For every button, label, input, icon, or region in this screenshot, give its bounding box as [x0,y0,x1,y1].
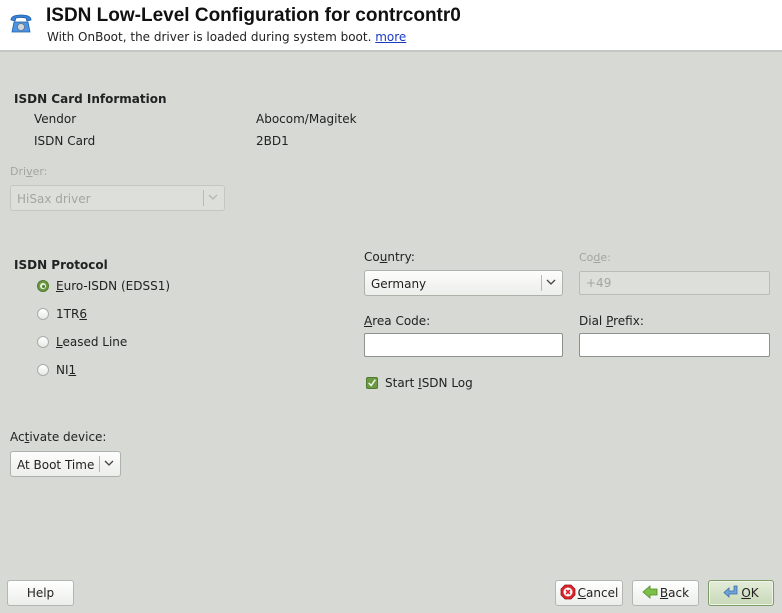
radio-label-1tr6[interactable]: 1TR6 [56,307,87,321]
label-part: Dri [10,165,27,178]
label-mnemonic: 6 [79,307,87,321]
code-value: +49 [586,276,612,290]
label-part: refix: [613,314,644,328]
label-part: Co [579,251,594,264]
driver-select-value: HiSax driver [17,192,91,206]
check-icon [368,379,376,387]
combo-separator [203,190,204,206]
activate-device-select[interactable]: At Boot Time [10,451,121,477]
subtitle-text: With OnBoot, the driver is loaded during… [47,30,372,44]
label-part: SDN Log [421,376,473,390]
radio-label-leased-line[interactable]: Leased Line [56,335,127,349]
activate-device-label: Activate device: [10,430,106,444]
dial-prefix-label: Dial Prefix: [579,314,644,328]
driver-label: Driver: [10,165,47,178]
radio-label-ni1[interactable]: NI1 [56,363,76,377]
enter-arrow-icon [723,585,738,598]
label-part: uro-ISDN (EDSS1) [63,279,171,293]
country-select[interactable]: Germany [364,270,563,296]
isdn-card-value: 2BD1 [256,134,289,148]
country-label: Country: [364,250,415,264]
label-part: Dial [579,314,607,328]
label-mnemonic: B [659,586,669,600]
code-label: Code: [579,251,611,264]
start-isdn-log-label[interactable]: Start ISDN Log [385,376,473,390]
chevron-down-icon[interactable] [102,456,116,470]
telephone-icon [10,14,32,33]
radio-1tr6[interactable] [37,308,49,320]
label-part: ntry: [387,250,415,264]
label-part: ivate device: [29,430,107,444]
isdn-card-label: ISDN Card [34,134,96,148]
combo-separator [99,456,100,472]
area-code-label: Area Code: [364,314,430,328]
more-link[interactable]: more [375,30,406,44]
label-part: eased Line [62,335,128,349]
country-select-value: Germany [371,277,427,291]
activate-device-value: At Boot Time [17,458,95,472]
page-subtitle: With OnBoot, the driver is loaded during… [47,30,406,44]
start-isdn-log-checkbox[interactable] [366,377,378,389]
card-info-heading: ISDN Card Information [14,92,167,106]
dial-prefix-field[interactable] [579,333,770,357]
label-mnemonic: 1 [68,363,77,377]
ok-button[interactable]: OK [708,580,774,606]
cancel-icon [560,584,576,600]
combo-separator [541,275,542,291]
chevron-down-icon[interactable] [544,275,558,289]
page-title: ISDN Low-Level Configuration for contrco… [46,5,461,26]
driver-select: HiSax driver [10,185,225,211]
label-mnemonic: A [364,314,373,328]
label-part: e: [600,251,611,264]
label-part: Co [364,250,380,264]
back-button[interactable]: Back [632,580,699,606]
code-field: +49 [579,271,770,295]
cancel-button[interactable]: Cancel [555,580,623,606]
label-part: Ac [10,430,25,444]
dialog-header: ISDN Low-Level Configuration for contrco… [0,0,782,52]
area-code-field[interactable] [364,333,563,357]
label-part: ack [668,586,690,600]
radio-label-euro-isdn[interactable]: Euro-ISDN (EDSS1) [56,279,170,293]
label-mnemonic: O [741,586,751,600]
label-part: er: [32,165,48,178]
label-mnemonic: C [577,586,587,600]
label-mnemonic: E [56,279,64,293]
label-part: ancel [586,586,619,600]
chevron-down-icon [208,194,218,200]
protocol-heading: ISDN Protocol [14,258,108,272]
label-part: rea Code: [372,314,431,328]
vendor-label: Vendor [34,112,77,126]
vendor-value: Abocom/Magitek [256,112,357,126]
label-part: Start [385,376,419,390]
label-part: 1TR [56,307,80,321]
radio-euro-isdn[interactable] [37,280,49,292]
arrow-left-icon [642,585,658,599]
label-part: K [750,586,759,600]
label-part: NI [56,363,69,377]
radio-ni1[interactable] [37,364,49,376]
help-button[interactable]: Help [7,580,74,606]
radio-leased-line[interactable] [37,336,49,348]
